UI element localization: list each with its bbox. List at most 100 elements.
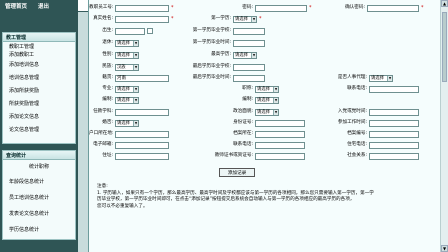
position-select[interactable]: 请选择 ▼ (115, 96, 139, 104)
major-field-label: 任教学科: (93, 109, 113, 114)
note: 注意: 1. 学历输入，如果只有一个学历，那么最高学历、最高学时间及学校都应该与… (97, 184, 437, 210)
highest-degree-time-input[interactable] (233, 74, 265, 82)
major-value: 请选择 (117, 86, 130, 92)
home-phone-label: 住宅电话: (347, 142, 367, 147)
form-row: 籍贯: 河南 最后学历毕业时间: 是否人事代理: 请选择 ▼ (89, 73, 441, 83)
first-degree-value: 请选择 (235, 16, 248, 22)
social-security-input[interactable] (369, 152, 419, 160)
gender-value: 请选择 (117, 52, 130, 58)
ethnicity-select[interactable]: 汉族 ▼ (115, 63, 139, 71)
department-select[interactable]: 请选择 ▼ (255, 96, 279, 104)
sidebar-item-add-paper[interactable]: 添加论文信息 (3, 110, 75, 123)
scroll-up-icon[interactable]: ▲ (441, 0, 448, 7)
gender-select[interactable]: 请选择 ▼ (115, 51, 139, 59)
marital-select[interactable]: 请选择 ▼ (115, 119, 139, 127)
sidebar-item-add-staff[interactable]: 添加教职工 (3, 50, 75, 58)
sidebar-item-training-manage[interactable]: 培训信息管理 (3, 71, 75, 84)
note-line: 您可以不必重复输入了。 (97, 203, 148, 209)
marital-value: 请选择 (117, 120, 130, 126)
highest-degree-school-input[interactable] (233, 63, 265, 71)
archive-loc-input[interactable] (255, 130, 305, 138)
household-input[interactable] (115, 130, 169, 138)
chevron-down-icon: ▼ (133, 97, 138, 103)
logout-link[interactable]: 退出 (33, 2, 55, 10)
work-time-input[interactable] (369, 119, 419, 127)
is-agent-select[interactable]: 请选择 ▼ (369, 74, 393, 82)
political-select[interactable]: 请选择 ▼ (255, 108, 279, 116)
highest-degree-time-label: 最后学历毕业时间: (192, 75, 231, 80)
title-label: 职称: (242, 86, 253, 91)
scrollbar-thumb[interactable] (442, 12, 447, 82)
sidebar-item-training-stats[interactable]: 员工培训信息统计 (3, 189, 75, 205)
chevron-down-icon: ▼ (273, 86, 278, 92)
form-row: 教职员工号: * 密码: * 确认密码: * (89, 3, 441, 13)
sidebar-item-add-award[interactable]: 添加所获奖励 (3, 84, 75, 97)
vertical-scrollbar[interactable]: ▲ ▼ (440, 0, 448, 252)
form-row: 任教学科: 政治面貌: 请选择 ▼ 入党或党时间: (89, 107, 441, 117)
major-select[interactable]: 请选择 ▼ (115, 85, 139, 93)
add-record-button[interactable]: 添加记录 (219, 168, 255, 177)
calendar-icon[interactable] (147, 28, 153, 34)
position-value: 请选择 (117, 97, 130, 103)
chevron-down-icon: ▼ (133, 86, 138, 92)
home-phone-input[interactable] (369, 141, 419, 149)
chevron-down-icon: ▼ (387, 75, 392, 81)
native-place-input[interactable]: 河南 (115, 74, 169, 82)
first-degree-select[interactable]: 请选择 ▼ (233, 15, 257, 23)
required-mark: * (171, 5, 174, 11)
sidebar: 教工管理 教职工管理 添加教职工 添加培训信息 培训信息管理 添加所获奖励 所获… (0, 12, 78, 252)
household-label: 户口所在地: (89, 131, 114, 136)
chevron-down-icon: ▼ (133, 120, 138, 126)
social-security-label: 社会关系: (347, 153, 367, 158)
id-card-input[interactable] (255, 119, 305, 127)
first-degree-school-label: 第一学历毕业学校: (192, 28, 231, 33)
form-row: 专业: 请选择 ▼ 职称: 请选择 ▼ 联系电话: (89, 84, 441, 94)
password-input[interactable] (255, 4, 307, 12)
required-mark: * (259, 16, 262, 22)
phone2-input[interactable] (255, 141, 305, 149)
sidebar-item-title-stats[interactable]: 统计职称 (3, 160, 75, 173)
staff-menu-title[interactable]: 教工管理 (3, 33, 75, 42)
political-label: 政治面貌: (233, 109, 253, 114)
staff-id-input[interactable] (115, 4, 169, 12)
scroll-down-icon[interactable]: ▼ (441, 245, 448, 252)
sidebar-item-staff-manage[interactable]: 教职工管理 (3, 42, 75, 50)
sidebar-item-degree-stats[interactable]: 学历信息统计 (3, 221, 75, 237)
phone2-label: 联系电话: (233, 142, 253, 147)
form-row: 编制: 请选择 ▼ 编制: 请选择 ▼ (89, 95, 441, 105)
teacher-cert-input[interactable] (255, 152, 305, 160)
real-name-input[interactable] (115, 15, 169, 23)
ethnicity-label: 民族: (102, 64, 113, 69)
query-menu-title[interactable]: 查询统计 (3, 151, 75, 160)
party-time-input[interactable] (369, 108, 419, 116)
chevron-down-icon: ▼ (133, 40, 138, 46)
archive-no-input[interactable] (369, 130, 419, 138)
confirm-password-input[interactable] (367, 4, 419, 12)
staff-id-label: 教职员工号: (89, 5, 114, 10)
title-select[interactable]: 请选择 ▼ (255, 85, 279, 93)
phone-input[interactable] (369, 85, 419, 93)
sidebar-item-award-manage[interactable]: 所获奖励管理 (3, 97, 75, 110)
sidebar-item-add-training[interactable]: 添加培训信息 (3, 58, 75, 71)
sidebar-item-paper-stats[interactable]: 发表论文信息统计 (3, 205, 75, 221)
retire-select[interactable]: 请选择 ▼ (115, 39, 139, 47)
sidebar-item-age-stats[interactable]: 年龄段信息统计 (3, 173, 75, 189)
major-field-input[interactable] (115, 108, 169, 116)
staff-form: 教职员工号: * 密码: * 确认密码: * 真实姓名: * 第一学历: 请选择… (89, 0, 441, 252)
highest-degree-select[interactable]: 请选择 ▼ (233, 51, 257, 59)
major-label: 专业: (102, 86, 113, 91)
retire-label: 退休: (102, 40, 113, 45)
email-input[interactable] (115, 141, 169, 149)
form-row: 性别: 请选择 ▼ 最高学历: 请选择 ▼ (89, 50, 441, 60)
sidebar-item-paper-manage[interactable]: 论文信息管理 (3, 123, 75, 136)
address-input[interactable] (115, 152, 169, 160)
title-value: 请选择 (257, 86, 270, 92)
chevron-down-icon: ▼ (251, 52, 256, 58)
home-link[interactable]: 管理首页 (0, 2, 33, 10)
gender-label: 性别: (102, 52, 113, 57)
birth-input[interactable] (115, 27, 145, 35)
required-mark: * (309, 5, 312, 11)
email-label: 电子邮箱: (93, 142, 113, 147)
first-degree-school-input[interactable] (233, 27, 265, 35)
first-degree-time-input[interactable] (233, 39, 265, 47)
